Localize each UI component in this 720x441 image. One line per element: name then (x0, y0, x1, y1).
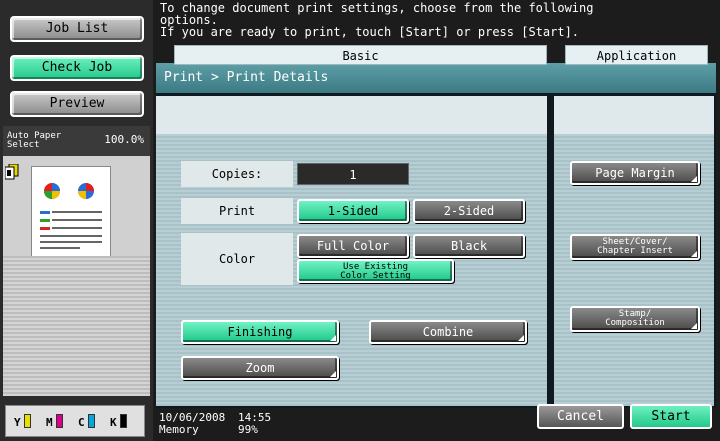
tab-application[interactable]: Application (565, 45, 708, 65)
finishing-button[interactable]: Finishing (181, 320, 339, 344)
two-sided-button[interactable]: 2-Sided (413, 199, 525, 223)
preview-filler (3, 256, 150, 396)
tab-basic[interactable]: Basic (174, 45, 547, 65)
zoom-button[interactable]: Zoom (181, 356, 339, 380)
page-thumbnail (31, 166, 111, 260)
job-list-button[interactable]: Job List (10, 16, 144, 42)
full-color-button[interactable]: Full Color (297, 234, 409, 258)
preview-panel: Auto Paper Select 100.0% (3, 126, 150, 396)
date-memory: 10/06/2008 Memory (159, 412, 225, 436)
toner-k: K (110, 414, 127, 429)
message-line-1: To change document print settings, choos… (160, 1, 594, 15)
message-line-3: If you are ready to print, touch [Start]… (160, 25, 580, 39)
one-sided-button[interactable]: 1-Sided (297, 199, 409, 223)
zoom-label: Zoom (245, 361, 275, 375)
page-margin-label: Page Margin (595, 166, 675, 180)
start-button[interactable]: Start (630, 404, 712, 429)
use-existing-color-button[interactable]: Use Existing Color Setting (297, 259, 454, 283)
document-preview-icon (40, 183, 102, 249)
toner-c: C (78, 414, 95, 429)
toner-y: Y (14, 414, 31, 429)
sheet-cover-chapter-insert-button[interactable]: Sheet/Cover/ Chapter Insert (570, 234, 700, 260)
preview-button[interactable]: Preview (10, 91, 144, 117)
print-label: Print (181, 198, 293, 224)
zoom-readout: 100.0% (104, 133, 144, 146)
combine-button[interactable]: Combine (369, 320, 527, 344)
toner-m: M (46, 414, 63, 429)
thumbnail-area (3, 156, 150, 260)
left-sidebar: Job List Check Job Preview Auto Paper Se… (0, 0, 153, 441)
memory-value: 99% (238, 423, 258, 436)
copies-label: Copies: (181, 161, 293, 187)
sheet-line2: Chapter Insert (597, 246, 673, 256)
black-button[interactable]: Black (413, 234, 525, 258)
instruction-message: To change document print settings, choos… (160, 2, 710, 38)
copies-value[interactable]: 1 (297, 163, 409, 185)
finishing-label: Finishing (227, 325, 293, 339)
stamp-line2: Composition (605, 318, 665, 328)
paper-status: Auto Paper Select 100.0% (3, 126, 150, 156)
stamp-composition-button[interactable]: Stamp/ Composition (570, 306, 700, 332)
use-existing-line2: Color Setting (340, 271, 411, 281)
combine-label: Combine (422, 325, 474, 339)
copy-set-icon (5, 164, 19, 180)
color-label: Color (181, 233, 293, 285)
panel-title: Print > Print Details (156, 63, 716, 93)
memory-label: Memory (159, 423, 199, 436)
check-job-button[interactable]: Check Job (10, 55, 144, 81)
cancel-button[interactable]: Cancel (537, 404, 624, 429)
time-memory: 14:55 99% (238, 412, 271, 436)
page-margin-button[interactable]: Page Margin (570, 161, 700, 185)
toner-levels: Y M C K (5, 405, 145, 437)
